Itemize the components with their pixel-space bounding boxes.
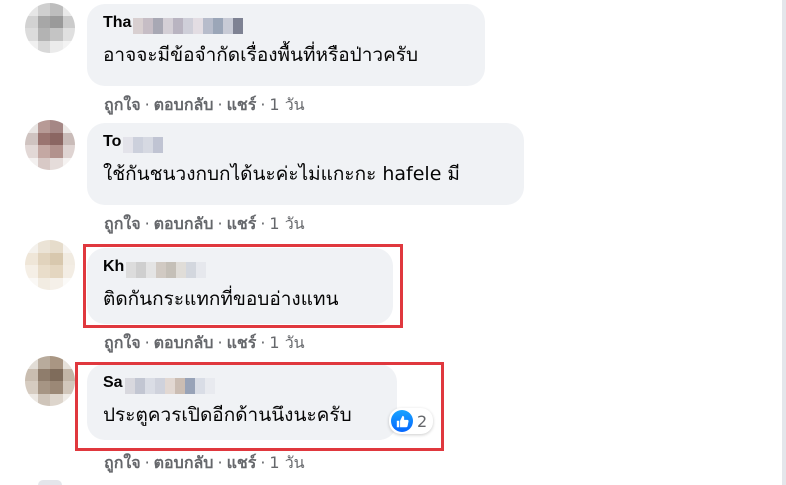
reply-link[interactable]: ตอบกลับ [154,214,214,233]
dot-separator: · [144,95,150,114]
dot-separator: · [260,333,266,352]
comment-actions: ถูกใจ · ตอบกลับ · แชร์ · 1 วัน [104,212,305,237]
blurred-name [133,15,244,34]
comment-bubble: To ใช้กันชนวงกบกได้นะค่ะไม่แกะกะ hafele … [87,123,524,205]
reply-link[interactable]: ตอบกลับ [154,333,214,352]
dot-separator: · [217,333,223,352]
highlight-box [83,244,403,328]
share-link[interactable]: แชร์ [227,453,257,472]
avatar[interactable] [38,480,62,485]
comment-actions: ถูกใจ · ตอบกลับ · แชร์ · 1 วัน [104,331,305,356]
like-link[interactable]: ถูกใจ [104,453,141,472]
comment-author[interactable]: Tha [103,14,131,32]
reply-link[interactable]: ตอบกลับ [154,453,214,472]
reply-link[interactable]: ตอบกลับ [154,95,214,114]
share-link[interactable]: แชร์ [227,214,257,233]
dot-separator: · [217,214,223,233]
blurred-name [123,134,164,153]
avatar[interactable] [25,120,75,170]
comment-actions: ถูกใจ · ตอบกลับ · แชร์ · 1 วัน [104,93,305,118]
dot-separator: · [260,95,266,114]
timestamp[interactable]: 1 วัน [269,214,304,233]
dot-separator: · [144,453,150,472]
like-link[interactable]: ถูกใจ [104,214,141,233]
avatar[interactable] [25,240,75,290]
dot-separator: · [144,333,150,352]
like-link[interactable]: ถูกใจ [104,95,141,114]
timestamp[interactable]: 1 วัน [269,95,304,114]
comment-author[interactable]: To [103,133,121,151]
timestamp[interactable]: 1 วัน [269,333,304,352]
comment-bubble: Tha อาจจะมีข้อจำกัดเรื่องพื้นที่หรือป่าว… [87,4,485,86]
avatar[interactable] [25,356,75,406]
timestamp[interactable]: 1 วัน [269,453,304,472]
avatar[interactable] [25,3,75,53]
comment-text: อาจจะมีข้อจำกัดเรื่องพื้นที่หรือป่าวครับ [103,44,419,66]
comment-text: ใช้กันชนวงกบกได้นะค่ะไม่แกะกะ hafele มี [103,163,460,185]
share-link[interactable]: แชร์ [227,333,257,352]
dot-separator: · [144,214,150,233]
share-link[interactable]: แชร์ [227,95,257,114]
dot-separator: · [260,453,266,472]
scrollbar[interactable] [782,0,786,485]
dot-separator: · [260,214,266,233]
like-link[interactable]: ถูกใจ [104,333,141,352]
comment-actions: ถูกใจ · ตอบกลับ · แชร์ · 1 วัน [104,451,305,476]
dot-separator: · [217,453,223,472]
highlight-box [75,362,444,451]
dot-separator: · [217,95,223,114]
